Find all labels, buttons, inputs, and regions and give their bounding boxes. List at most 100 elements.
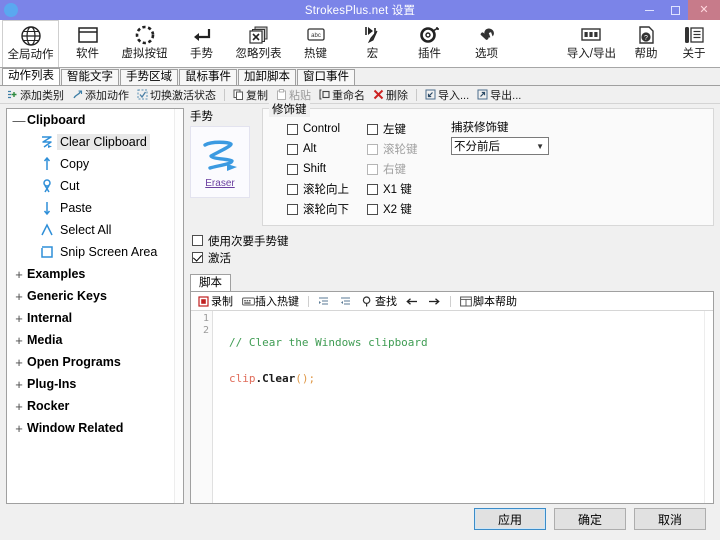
tab-action-list[interactable]: 动作列表 — [2, 68, 60, 85]
tree-group-window-related[interactable]: + Window Related — [7, 417, 183, 439]
tree-group-open-programs[interactable]: + Open Programs — [7, 351, 183, 373]
unindent-button[interactable] — [337, 293, 356, 309]
gesture-name-link[interactable]: Eraser — [205, 178, 234, 189]
tab-smart-text[interactable]: 智能文字 — [61, 69, 119, 85]
minimize-button[interactable] — [636, 0, 662, 20]
checkbox-row-left-button[interactable]: 左键 — [367, 119, 445, 139]
add-action-button[interactable]: 添加动作 — [69, 87, 132, 103]
ribbon-item-import-export[interactable]: 导入/导出 — [561, 20, 622, 66]
tree-group-plug-ins[interactable]: + Plug-Ins — [7, 373, 183, 395]
export-button[interactable]: 导出... — [474, 87, 524, 103]
checkbox-row-wheel-up[interactable]: 滚轮向上 — [287, 179, 367, 199]
tab-gesture-zone[interactable]: 手势区域 — [120, 69, 178, 85]
ribbon-item-about[interactable]: 关于 — [670, 20, 718, 66]
rename-button[interactable]: 重命名 — [316, 87, 368, 103]
secondary-gesture-key-checkbox[interactable] — [192, 235, 203, 246]
alt-checkbox[interactable] — [287, 143, 298, 155]
ribbon-item-virtual-buttons[interactable]: 虚拟按钮 — [116, 20, 173, 66]
script-toolbar-label: 插入热键 — [255, 296, 299, 308]
expand-plus-icon[interactable]: + — [11, 290, 27, 303]
tree-item-select-all[interactable]: Select All — [7, 219, 183, 241]
tree-item-copy[interactable]: Copy — [7, 153, 183, 175]
capture-modifier-select[interactable]: 不分前后 ▼ — [451, 137, 549, 155]
expand-plus-icon[interactable]: + — [11, 378, 27, 391]
code-area[interactable]: // Clear the Windows clipboard clip.Clea… — [213, 311, 713, 503]
tab-window-events[interactable]: 窗口事件 — [297, 69, 355, 85]
tree-item-paste[interactable]: Paste — [7, 197, 183, 219]
copy-button[interactable]: 复制 — [230, 87, 271, 103]
ribbon-item-ignore-list[interactable]: 忽略列表 — [230, 20, 287, 66]
x2-button-checkbox[interactable] — [367, 203, 378, 215]
wheel-up-checkbox[interactable] — [287, 183, 298, 195]
checkbox-row-alt[interactable]: Alt — [287, 139, 367, 159]
shift-checkbox[interactable] — [287, 163, 298, 175]
delete-button[interactable]: 删除 — [370, 87, 411, 103]
insert-hotkey-button[interactable]: 插入热键 — [239, 293, 302, 309]
cancel-button[interactable]: 取消 — [634, 508, 706, 530]
find-button[interactable]: 查找 — [359, 293, 400, 309]
checkbox-row-enabled[interactable]: 激活 — [192, 249, 714, 266]
expand-plus-icon[interactable]: + — [11, 422, 27, 435]
navigate-forward-button[interactable] — [425, 293, 444, 309]
ribbon-item-software[interactable]: 软件 — [59, 20, 116, 66]
expand-plus-icon[interactable]: + — [11, 268, 27, 281]
maximize-button[interactable] — [662, 0, 688, 20]
ok-button[interactable]: 确定 — [554, 508, 626, 530]
expand-plus-icon[interactable]: + — [11, 356, 27, 369]
window-title: StrokesPlus.net 设置 — [304, 5, 416, 17]
ribbon-item-hotkeys[interactable]: abc 热键 — [287, 20, 344, 66]
script-tabs: 脚本 — [190, 274, 714, 291]
checkbox-row-shift[interactable]: Shift — [287, 159, 367, 179]
tree-group-generic-keys[interactable]: + Generic Keys — [7, 285, 183, 307]
gesture-card[interactable]: Eraser — [190, 126, 250, 198]
navigate-back-button[interactable] — [403, 293, 422, 309]
tree-item-clear-clipboard[interactable]: Clear Clipboard — [7, 131, 183, 153]
checkbox-row-x2-button[interactable]: X2 键 — [367, 199, 445, 219]
tree-group-rocker[interactable]: + Rocker — [7, 395, 183, 417]
action-tree[interactable]: — Clipboard Clear Clipboard Copy Cut Pas… — [6, 108, 184, 504]
tree-group-clipboard[interactable]: — Clipboard — [7, 109, 183, 131]
ribbon-item-help[interactable]: ? 帮助 — [622, 20, 670, 66]
tab-mouse-events[interactable]: 鼠标事件 — [179, 69, 237, 85]
editor-scrollbar[interactable] — [704, 311, 713, 503]
ribbon-item-options[interactable]: 选项 — [458, 20, 515, 66]
control-checkbox[interactable] — [287, 123, 298, 135]
toggle-enabled-button[interactable]: 切换激活状态 — [134, 87, 219, 103]
checkbox-row-control[interactable]: Control — [287, 119, 367, 139]
ribbon-item-macros[interactable]: 宏 — [344, 20, 401, 66]
x1-button-checkbox[interactable] — [367, 183, 378, 195]
expand-plus-icon[interactable]: + — [11, 400, 27, 413]
import-button[interactable]: 导入... — [422, 87, 472, 103]
tree-item-cut[interactable]: Cut — [7, 175, 183, 197]
tree-item-snip-screen-area[interactable]: Snip Screen Area — [7, 241, 183, 263]
app-globe-icon — [4, 3, 18, 17]
script-editor[interactable]: 1 2 // Clear the Windows clipboard clip.… — [191, 311, 713, 503]
indent-button[interactable] — [315, 293, 334, 309]
ribbon-item-gestures[interactable]: 手势 — [173, 20, 230, 66]
apply-button[interactable]: 应用 — [474, 508, 546, 530]
checkbox-row-x1-button[interactable]: X1 键 — [367, 179, 445, 199]
modifiers-legend: 修饰键 — [269, 101, 310, 117]
enabled-checkbox[interactable] — [192, 252, 203, 263]
tree-scrollbar[interactable] — [174, 109, 183, 503]
ribbon-item-plugins[interactable]: 插件 — [401, 20, 458, 66]
close-button[interactable]: ✕ — [688, 0, 720, 20]
tab-load-unload-script[interactable]: 加卸脚本 — [238, 69, 296, 85]
script-help-button[interactable]: 脚本帮助 — [457, 293, 520, 309]
tree-group-internal[interactable]: + Internal — [7, 307, 183, 329]
tree-group-examples[interactable]: + Examples — [7, 263, 183, 285]
tab-script[interactable]: 脚本 — [190, 274, 231, 291]
wheel-down-checkbox[interactable] — [287, 203, 298, 215]
chevron-down-icon: ▼ — [536, 141, 544, 151]
expand-plus-icon[interactable]: + — [11, 312, 27, 325]
left-button-checkbox[interactable] — [367, 123, 378, 135]
tree-group-media[interactable]: + Media — [7, 329, 183, 351]
add-category-button[interactable]: 添加类别 — [4, 87, 67, 103]
record-button[interactable]: 录制 — [195, 293, 236, 309]
checkbox-row-wheel-down[interactable]: 滚轮向下 — [287, 199, 367, 219]
collapse-minus-icon[interactable]: — — [11, 114, 27, 127]
ribbon-item-global-actions[interactable]: 全局动作 — [2, 20, 59, 67]
expand-plus-icon[interactable]: + — [11, 334, 27, 347]
checkbox-row-secondary-gesture-key[interactable]: 使用次要手势键 — [192, 232, 714, 249]
checkbox-label: 滚轮向上 — [303, 184, 349, 196]
